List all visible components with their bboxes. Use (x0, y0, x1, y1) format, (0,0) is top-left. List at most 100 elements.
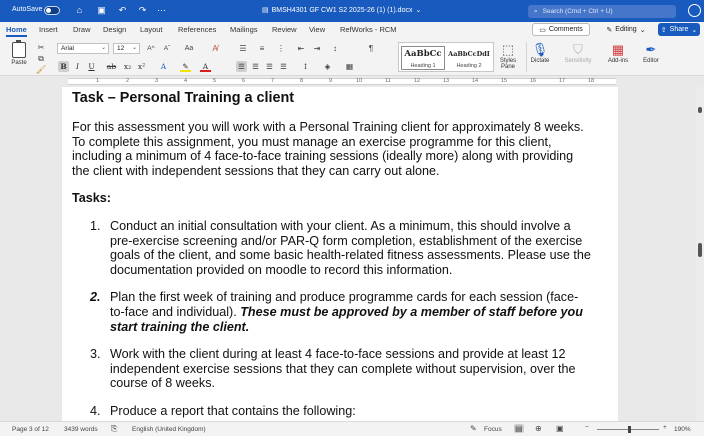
ruler-number: 14 (472, 78, 479, 84)
tab-view[interactable]: View (309, 25, 325, 34)
numbering-icon[interactable]: ≡ (257, 44, 267, 54)
chevron-down-icon: ⌄ (100, 45, 106, 51)
style-heading-2[interactable]: AaBbCcDdI Heading 2 (447, 46, 491, 70)
zoom-out-icon[interactable]: − (585, 424, 589, 431)
borders-icon[interactable]: ▦ (344, 61, 355, 72)
comment-icon[interactable]: ✎ (470, 424, 477, 433)
styles-pane-label: Styles Pane (499, 58, 517, 70)
align-right-icon[interactable]: ☰ (264, 61, 275, 72)
vertical-scrollbar[interactable] (696, 87, 704, 421)
copy-icon[interactable]: ⧉ (36, 54, 46, 64)
search-input[interactable]: ⌕ Search (Cmd + Ctrl + U) (528, 5, 676, 18)
bullets-icon[interactable]: ☰ (238, 44, 248, 54)
font-color-icon[interactable]: A (200, 61, 211, 72)
font-name-select[interactable]: Arial ⌄ (57, 43, 109, 54)
align-center-icon[interactable]: ☰ (250, 61, 261, 72)
redo-icon[interactable]: ↷ (137, 5, 148, 16)
comments-button[interactable]: ▭ Comments (532, 23, 590, 36)
intro-paragraph: For this assessment you will work with a… (72, 120, 584, 178)
italic-icon[interactable]: I (72, 61, 83, 72)
focus-button[interactable]: Focus (484, 426, 502, 433)
format-painter-icon[interactable]: 🖌 (36, 65, 46, 75)
editor-button[interactable]: ✒ Editor (633, 41, 669, 74)
tab-references[interactable]: References (178, 25, 216, 34)
strikethrough-icon[interactable]: ab (106, 61, 117, 72)
home-icon[interactable]: ⌂ (74, 5, 85, 16)
scrollbar-thumb[interactable] (698, 243, 702, 257)
ruler-number: 13 (443, 78, 450, 84)
ruler-number: 12 (414, 78, 421, 84)
justify-icon[interactable]: ☰ (278, 61, 289, 72)
shading-icon[interactable]: ◈ (322, 61, 333, 72)
subscript-icon[interactable]: x₂ (122, 61, 133, 72)
language-indicator[interactable]: English (United Kingdom) (132, 426, 206, 433)
shrink-font-icon[interactable]: Aˇ (160, 44, 174, 54)
clear-formatting-icon[interactable]: A̸ (210, 44, 220, 54)
style-sample: AaBbCcDdI (448, 50, 490, 58)
active-tab-indicator (6, 35, 27, 37)
tab-design[interactable]: Design (103, 25, 126, 34)
ribbon-tabs: Home Insert Draw Design Layout Reference… (0, 22, 704, 38)
change-case-icon[interactable]: Aa (182, 44, 196, 54)
proofing-icon[interactable]: ⎘ (111, 424, 117, 434)
undo-icon[interactable]: ↶ (117, 5, 128, 16)
underline-icon[interactable]: U (86, 61, 97, 72)
share-button[interactable]: ⇪ Share ⌄ (658, 23, 700, 36)
increase-indent-icon[interactable]: ⇥ (312, 44, 322, 54)
tab-insert[interactable]: Insert (39, 25, 58, 34)
horizontal-ruler[interactable]: 1 2 3 4 5 6 7 8 9 10 11 12 13 14 15 16 1… (0, 76, 704, 87)
sort-icon[interactable]: ↕ (330, 44, 340, 54)
superscript-icon[interactable]: x² (136, 61, 147, 72)
share-icon: ⇪ (660, 26, 667, 34)
decrease-indent-icon[interactable]: ⇤ (296, 44, 306, 54)
list-item-text: Produce a report that contains the follo… (110, 403, 356, 418)
tab-layout[interactable]: Layout (140, 25, 163, 34)
tab-home[interactable]: Home (6, 25, 27, 34)
page-count[interactable]: Page 3 of 12 (12, 426, 49, 433)
more-options-icon[interactable]: ⋯ (156, 5, 167, 16)
font-size-value: 12 (117, 45, 125, 52)
list-number: 4. (90, 403, 101, 418)
styles-pane-button[interactable]: ⬚ Styles Pane (492, 41, 524, 74)
zoom-in-icon[interactable]: + (663, 424, 667, 431)
list-item-text: Conduct an initial consultation with you… (110, 218, 591, 277)
zoom-slider-thumb[interactable] (628, 426, 631, 433)
save-icon[interactable]: ▣ (96, 5, 107, 16)
align-left-icon[interactable]: ☰ (236, 61, 247, 72)
editing-mode-button[interactable]: ✎ Editing ⌄ (600, 23, 652, 36)
style-heading-1[interactable]: AaBbCc Heading 1 (401, 46, 445, 70)
tab-review[interactable]: Review (272, 25, 297, 34)
web-layout-icon[interactable]: ⊕ (535, 424, 542, 433)
tab-draw[interactable]: Draw (73, 25, 91, 34)
cut-icon[interactable]: ✂ (36, 43, 46, 53)
chevron-down-icon: ⌄ (691, 26, 698, 34)
dictate-button[interactable]: 🎙 Dictate (522, 41, 558, 74)
font-size-select[interactable]: 12 ⌄ (113, 43, 140, 54)
print-layout-icon[interactable]: ▤ (514, 424, 524, 433)
account-icon[interactable] (688, 4, 701, 17)
grow-font-icon[interactable]: A^ (144, 44, 158, 54)
multilevel-list-icon[interactable]: ⋮ (276, 44, 286, 54)
line-spacing-icon[interactable]: ↕ (300, 61, 311, 72)
highlight-icon[interactable]: ✎ (180, 61, 191, 72)
document-body[interactable]: Task – Personal Training a client For th… (72, 89, 592, 419)
tab-refworks[interactable]: RefWorks - RCM (340, 25, 397, 34)
comments-label: Comments (548, 26, 583, 33)
sensitivity-button[interactable]: ⛉ Sensitivity (560, 41, 596, 74)
document-page[interactable]: Task – Personal Training a client For th… (62, 87, 618, 421)
ruler-number: 10 (356, 78, 363, 84)
ruler-number: 18 (588, 78, 595, 84)
autosave-toggle[interactable] (44, 6, 60, 15)
paste-button[interactable]: Paste (6, 40, 32, 73)
text-effects-icon[interactable]: A (158, 61, 169, 72)
zoom-level[interactable]: 190% (674, 426, 691, 433)
word-count[interactable]: 3439 words (64, 426, 98, 433)
bold-icon[interactable]: B (58, 61, 69, 72)
tab-mailings[interactable]: Mailings (230, 25, 258, 34)
show-formatting-marks-icon[interactable]: ¶ (366, 44, 376, 54)
read-mode-icon[interactable]: ▣ (556, 424, 564, 433)
styles-gallery: AaBbCc Heading 1 AaBbCcDdI Heading 2 (398, 42, 494, 72)
share-label: Share (669, 26, 689, 33)
document-title[interactable]: ▤ BMSH4301 GF CW1 S2 2025-26 (1) (1).doc… (262, 6, 421, 15)
add-ins-button[interactable]: ▦ Add-ins (600, 41, 636, 74)
